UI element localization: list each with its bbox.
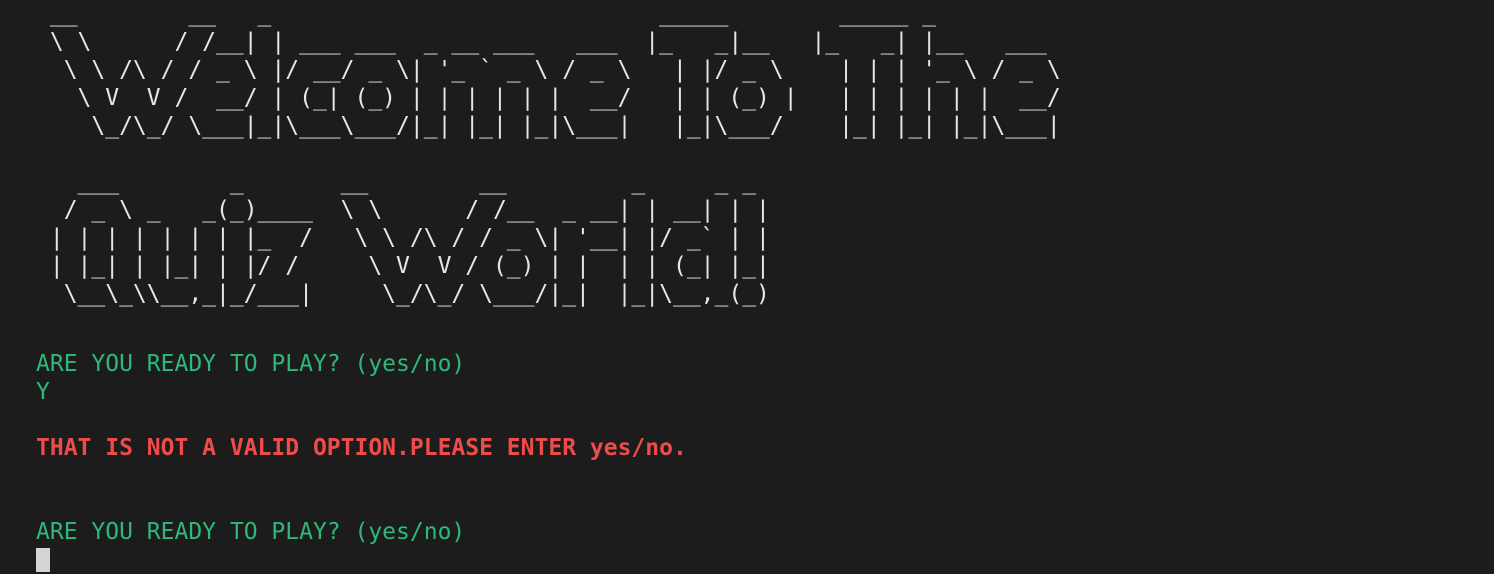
input-line[interactable] — [36, 546, 1476, 574]
ready-prompt: ARE YOU READY TO PLAY? (yes/no) — [36, 351, 466, 377]
welcome-banner: __ __ _ _____ _____ _ \ \ / /__| | ___ _… — [49, 1, 1061, 139]
quiz-world-banner: ___ _ __ __ _ _ _ / _ \ _ _(_)____ \ \ /… — [49, 169, 770, 307]
error-message: THAT IS NOT A VALID OPTION.PLEASE ENTER … — [36, 435, 687, 461]
text-cursor — [36, 548, 50, 572]
terminal-window[interactable]: __ __ _ _____ _____ _ \ \ / /__| | ___ _… — [36, 0, 1476, 572]
user-input-echo: Y — [36, 379, 50, 405]
ready-prompt-repeat: ARE YOU READY TO PLAY? (yes/no) — [36, 519, 466, 545]
